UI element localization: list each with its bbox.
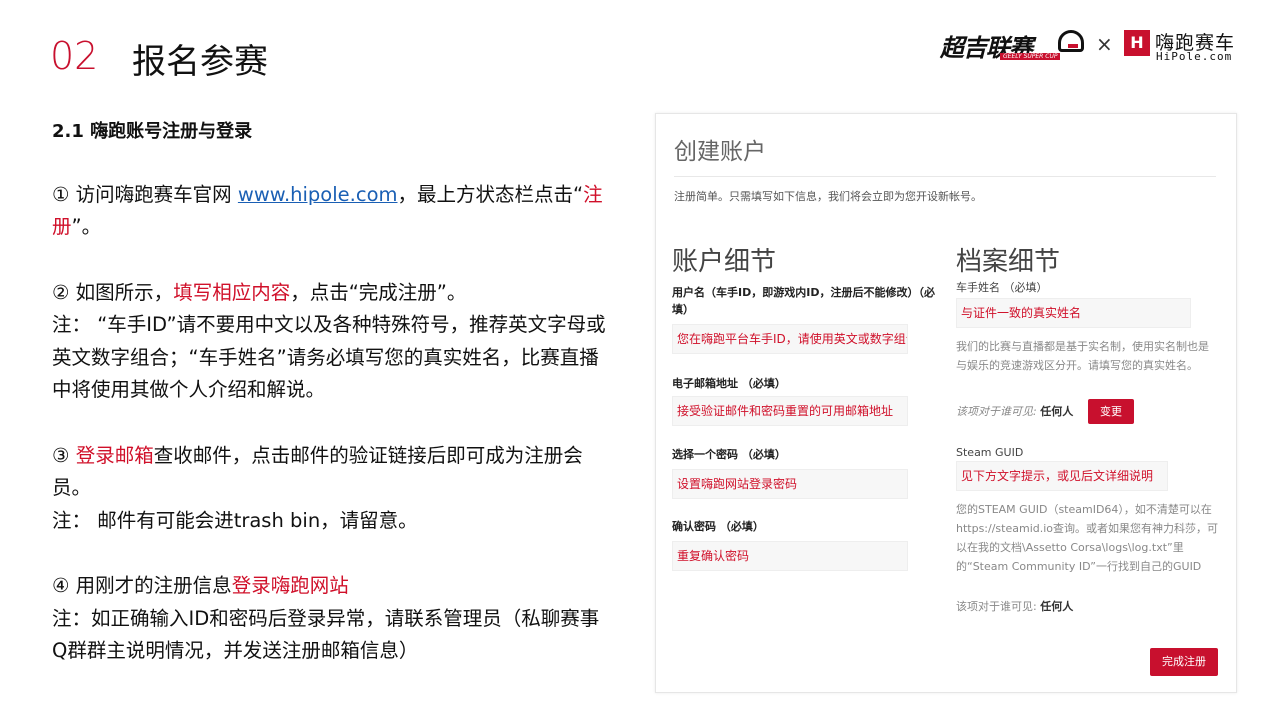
real-name-field[interactable]: 与证件一致的真实姓名 [956,298,1191,328]
registration-form: 创建账户 注册简单。只需填写如下信息，我们将会立即为您开设新帐号。 账户细节 档… [655,113,1237,693]
hipole-logo-en: HiPole.com [1156,50,1233,63]
steam-guid-label: Steam GUID [956,446,1024,459]
form-divider [674,176,1216,177]
real-name-help: 我们的比赛与直播都是基于实名制，使用实名制也是与娱乐的竞速游戏区分开。请填写您的… [956,340,1209,372]
steam-guid-field[interactable]: 见下方文字提示，或见后文详细说明 [956,461,1168,491]
step-2-note: 注： “车手ID”请不要用中文以及各种特殊符号，推荐英文字母或英文数字组合；“车… [52,313,606,401]
username-field[interactable]: 您在嗨跑平台车手ID，请使用英文或数字组合 [672,324,908,354]
steam-guid-help: 您的STEAM GUID（steamID64），如不清楚可以在https://s… [956,503,1219,573]
real-name-label: 车手姓名 （必填） [956,281,1048,294]
confirm-password-field[interactable]: 重复确认密码 [672,541,908,571]
geely-super-cup-sublogo: GEELY SUPER CUP [1000,53,1061,60]
form-intro: 注册简单。只需填写如下信息，我们将会立即为您开设新帐号。 [674,190,982,203]
helmet-stripe [1068,44,1078,48]
step-2-text: ② 如图所示， [52,280,174,304]
steam-guid-visibility: 该项对于谁可见: 任何人 [956,597,1073,616]
visibility-prefix: 该项对于谁可见: [956,405,1037,418]
sponsor-logos: 超吉联赛 GEELY SUPER CUP × H 嗨跑赛车 HiPole.com [940,26,1240,66]
step-4-note: 注：如正确输入ID和密码后登录异常，请联系管理员（私聊赛事Q群群主说明情况，并发… [52,606,600,663]
step-3: ③ 登录邮箱查收邮件，点击邮件的验证链接后即可成为注册会员。 [52,440,612,505]
visibility-prefix: 该项对于谁可见: [956,600,1037,613]
account-details-heading: 账户细节 [672,247,777,277]
helmet-icon [1058,30,1084,52]
step-4-text: ④ 用刚才的注册信息 [52,574,232,597]
subsection-heading: 2.1 嗨跑账号注册与登录 [52,121,253,142]
username-label: 用户名（车手ID，即游戏内ID，注册后不能修改）（必填） [672,286,935,316]
step-2: ② 如图所示，填写相应内容，点击“完成注册”。 [52,277,612,310]
email-label: 电子邮箱地址 （必填） [672,377,786,390]
complete-registration-button[interactable]: 完成注册 [1150,648,1218,676]
step-3-text: ③ [52,443,76,467]
instructions: 2.1 嗨跑账号注册与登录 ① 访问嗨跑赛车官网 www.hipole.com，… [52,116,612,668]
step-1: ① 访问嗨跑赛车官网 www.hipole.com，最上方状态栏点击“注册”。 [52,179,612,244]
change-visibility-button[interactable]: 变更 [1088,399,1134,424]
step-3-highlight: 登录邮箱 [75,443,154,467]
visibility-value: 任何人 [1040,600,1074,613]
password-label: 选择一个密码 （必填） [672,448,786,461]
step-1-text: ① 访问嗨跑赛车官网 [52,182,238,206]
hipole-site-link[interactable]: www.hipole.com [238,183,398,206]
password-field[interactable]: 设置嗨跑网站登录密码 [672,469,908,499]
section-number: 02 [50,34,99,78]
form-title: 创建账户 [674,139,766,165]
email-field[interactable]: 接受验证邮件和密码重置的可用邮箱地址 [672,396,908,426]
real-name-visibility: 该项对于谁可见: 任何人 [956,403,1073,419]
visibility-value: 任何人 [1040,405,1074,418]
step-1-text-b: ，最上方状态栏点击“ [397,182,584,206]
section-title: 报名参赛 [132,42,268,82]
profile-details-heading: 档案细节 [956,247,1061,277]
step-2-text-b: ，点击“完成注册”。 [290,280,467,304]
step-2-highlight: 填写相应内容 [173,280,291,304]
hipole-logo-mark: H [1124,30,1150,56]
step-4-highlight: 登录嗨跑网站 [231,574,349,597]
step-3-note: 注： 邮件有可能会进trash bin，请留意。 [52,508,418,532]
step-1-text-c: ”。 [71,215,102,238]
step-4: ④ 用刚才的注册信息登录嗨跑网站 [52,570,612,603]
times-sign: × [1096,32,1113,56]
confirm-password-label: 确认密码 （必填） [672,520,764,533]
